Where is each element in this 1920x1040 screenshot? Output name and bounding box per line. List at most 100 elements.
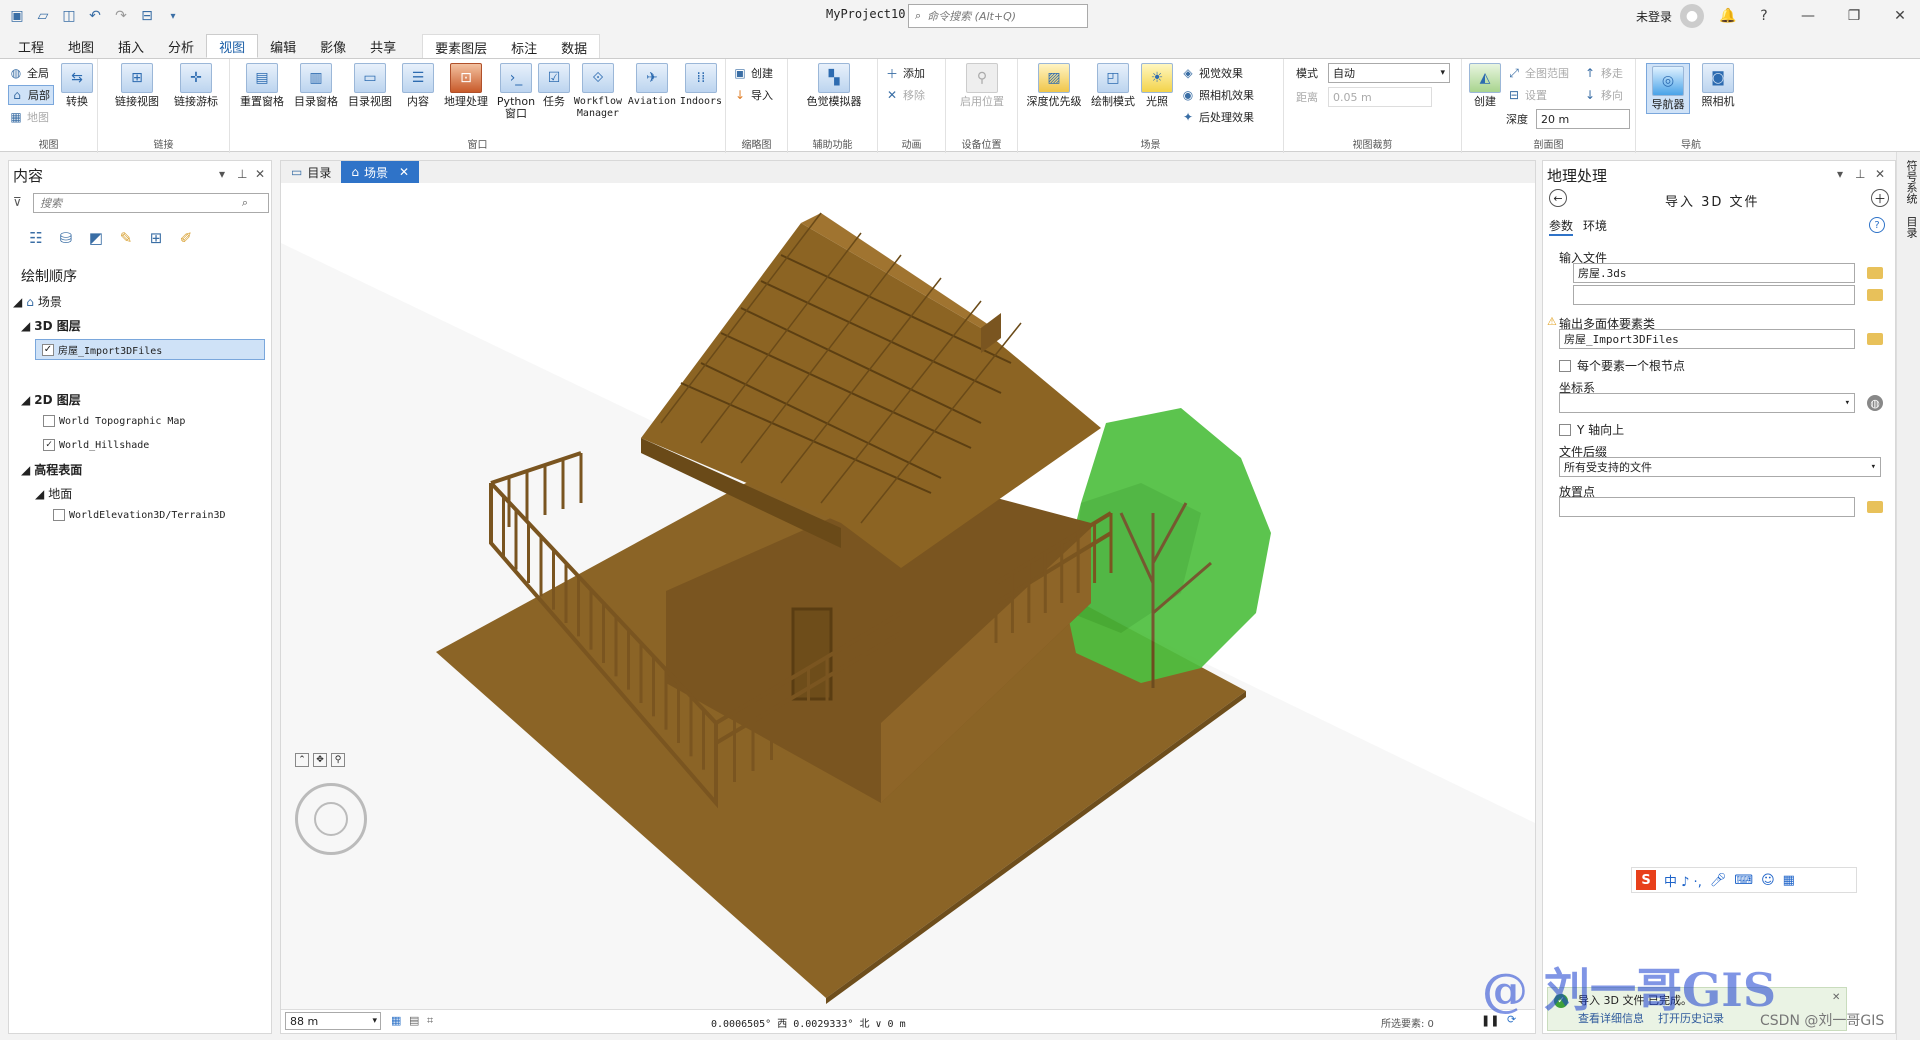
reset-panes-button[interactable]: ▤ 重置窗格 xyxy=(236,63,288,108)
root-per-feature-checkbox[interactable] xyxy=(1559,359,1571,372)
redo-icon[interactable]: ↷ xyxy=(110,5,132,27)
link-cursors-button[interactable]: ✛ 链接游标 xyxy=(168,63,224,108)
python-button[interactable]: ›_ Python 窗口 xyxy=(494,63,538,120)
tree-2d-layers[interactable]: ◢ 2D 图层 xyxy=(21,391,81,408)
navigator-control[interactable] xyxy=(295,783,367,855)
list-by-snapping-icon[interactable]: ⊞ xyxy=(145,227,167,249)
tree-ground[interactable]: ◢ 地面 xyxy=(35,485,72,502)
back-icon[interactable]: ← xyxy=(1549,189,1567,207)
y-up-option[interactable]: Y 轴向上 xyxy=(1559,421,1624,438)
full-extent-icon[interactable]: ✥ xyxy=(313,753,327,767)
tree-terrain[interactable]: WorldElevation3D/Terrain3D xyxy=(53,509,226,521)
camera-effects-button[interactable]: ◉ 照相机效果 xyxy=(1180,85,1254,105)
animation-remove-button[interactable]: ✕ 移除 xyxy=(884,85,925,105)
suffix-select[interactable]: 所有受支持的文件 ▾ xyxy=(1559,457,1881,477)
lighting-button[interactable]: ☀ 光照 xyxy=(1141,63,1173,108)
color-sim-button[interactable]: ▚ 色觉模拟器 xyxy=(804,63,864,108)
tab-environments[interactable]: 环境 xyxy=(1583,217,1607,234)
folder-icon[interactable] xyxy=(1867,267,1883,279)
post-processing-button[interactable]: ✦ 后处理效果 xyxy=(1180,107,1254,127)
pin-icon[interactable]: ⊥ xyxy=(237,167,247,181)
table-icon[interactable]: ▤ xyxy=(409,1014,419,1027)
sign-in-status[interactable]: 未登录 xyxy=(1636,8,1672,25)
tab-labeling[interactable]: 标注 xyxy=(499,35,550,59)
list-by-labeling-icon[interactable]: ✐ xyxy=(175,227,197,249)
notification-icon[interactable]: 🔔 xyxy=(1716,4,1740,28)
input-files-field[interactable]: 房屋.3ds xyxy=(1573,263,1855,283)
move-toward-button[interactable]: ↓ 移向 xyxy=(1582,85,1623,105)
expand-icon[interactable]: ⌃ xyxy=(295,753,309,767)
tab-parameters[interactable]: 参数 xyxy=(1549,217,1574,236)
clip-mode-select[interactable]: 自动 ▾ xyxy=(1328,63,1450,83)
tab-imagery[interactable]: 影像 xyxy=(308,34,358,58)
tab-analysis[interactable]: 分析 xyxy=(156,34,206,58)
close-tab-icon[interactable]: ✕ xyxy=(399,165,409,179)
global-button[interactable]: ◍ 全局 xyxy=(8,63,49,83)
avatar[interactable]: ● xyxy=(1680,4,1704,28)
layer-visibility-checkbox[interactable] xyxy=(43,415,55,427)
workflow-button[interactable]: ⟐ Workflow Manager xyxy=(572,63,624,120)
help-icon[interactable]: ? xyxy=(1752,4,1776,28)
tab-view[interactable]: 视图 xyxy=(206,34,259,58)
add-icon[interactable]: ＋ xyxy=(1871,189,1889,207)
tree-layer-topo[interactable]: World Topographic Map xyxy=(43,415,185,427)
tab-scene[interactable]: ⌂ 场景 ✕ xyxy=(341,161,420,183)
undo-icon[interactable]: ↶ xyxy=(84,5,106,27)
catalog-pane-button[interactable]: ▥ 目录窗格 xyxy=(290,63,342,108)
placement-field[interactable] xyxy=(1559,497,1855,517)
new-project-icon[interactable]: ▣ xyxy=(6,5,28,27)
list-by-selection-icon[interactable]: ◩ xyxy=(85,227,107,249)
refresh-icon[interactable]: ⟳ xyxy=(1507,1013,1516,1026)
visual-effects-button[interactable]: ◈ 视觉效果 xyxy=(1180,63,1243,83)
folder-icon[interactable] xyxy=(1867,333,1883,345)
folder-icon[interactable] xyxy=(1867,289,1883,301)
ime-toolbar[interactable]: S 中 ♪ ·, 🎤︎ ⌨ ☺ ▦ xyxy=(1631,867,1857,893)
3d-view-canvas[interactable]: ⌃ ✥ ⚲ xyxy=(281,183,1535,1011)
open-history-link[interactable]: 打开历史记录 xyxy=(1658,1010,1724,1026)
scale-box[interactable]: 88 m ▾ xyxy=(285,1012,381,1030)
camera-button[interactable]: ◙ 照相机 xyxy=(1696,63,1740,108)
list-by-source-icon[interactable]: ⛁ xyxy=(55,227,77,249)
cs-select[interactable]: ▾ xyxy=(1559,393,1855,413)
close-icon[interactable]: ✕ xyxy=(1888,4,1912,28)
symbology-dock-tab[interactable]: 符号系统 xyxy=(1903,160,1919,204)
convert-button[interactable]: ⇆ 转换 xyxy=(60,63,94,108)
restore-icon[interactable]: ❐ xyxy=(1842,4,1866,28)
link-views-button[interactable]: ⊞ 链接视图 xyxy=(112,63,162,108)
geoprocessing-button[interactable]: ⊡ 地理处理 xyxy=(440,63,492,108)
list-by-editing-icon[interactable]: ✎ xyxy=(115,227,137,249)
tree-layer-hillshade[interactable]: ✓ World_Hillshade xyxy=(43,439,149,451)
tab-data[interactable]: 数据 xyxy=(549,35,600,59)
tab-insert[interactable]: 插入 xyxy=(106,34,156,58)
move-away-button[interactable]: ↑ 移走 xyxy=(1582,63,1623,83)
minimize-icon[interactable]: — xyxy=(1796,4,1820,28)
close-toast-icon[interactable]: ✕ xyxy=(1832,992,1840,1003)
close-pane-icon[interactable]: ✕ xyxy=(1875,167,1885,181)
draw-mode-button[interactable]: ◰ 绘制模式 xyxy=(1086,63,1140,108)
walk-icon[interactable]: ⚲ xyxy=(331,753,345,767)
layer-visibility-checkbox[interactable]: ✓ xyxy=(43,439,55,451)
catalog-dock-tab[interactable]: 目录 xyxy=(1903,216,1919,238)
tree-elevation-surfaces[interactable]: ◢ 高程表面 xyxy=(21,461,82,478)
open-icon[interactable]: ▱ xyxy=(32,5,54,27)
filter-icon[interactable]: ⊽ xyxy=(13,195,22,209)
pause-icon[interactable]: ❚❚ xyxy=(1481,1014,1499,1027)
pin-icon[interactable]: ⊥ xyxy=(1855,167,1865,181)
map-button[interactable]: ▦ 地图 xyxy=(8,107,49,127)
aviation-button[interactable]: ✈ Aviation xyxy=(626,63,678,108)
tab-edit[interactable]: 编辑 xyxy=(258,34,308,58)
tasks-button[interactable]: ☑ 任务 xyxy=(534,63,574,108)
y-up-checkbox[interactable] xyxy=(1559,423,1571,436)
tree-3d-layers[interactable]: ◢ 3D 图层 xyxy=(21,317,81,334)
clip-distance-input[interactable]: 0.05 m xyxy=(1328,87,1432,107)
tree-layer-house[interactable]: ✓ 房屋_Import3DFiles xyxy=(35,339,265,360)
indoors-button[interactable]: ⁞⁞ Indoors xyxy=(678,63,724,108)
command-search[interactable]: ⌕ 命令搜索 (Alt+Q) xyxy=(908,4,1088,28)
contents-button[interactable]: ☰ 内容 xyxy=(398,63,438,108)
grid-toggle-icon[interactable]: ▦ xyxy=(391,1014,401,1027)
output-field[interactable]: 房屋_Import3DFiles xyxy=(1559,329,1855,349)
pane-options-icon[interactable]: ▾ xyxy=(219,167,225,181)
folder-icon[interactable] xyxy=(1867,501,1883,513)
section-settings-button[interactable]: ⊟ 设置 xyxy=(1506,85,1547,105)
list-by-drawing-order-icon[interactable]: ☷ xyxy=(25,227,47,249)
